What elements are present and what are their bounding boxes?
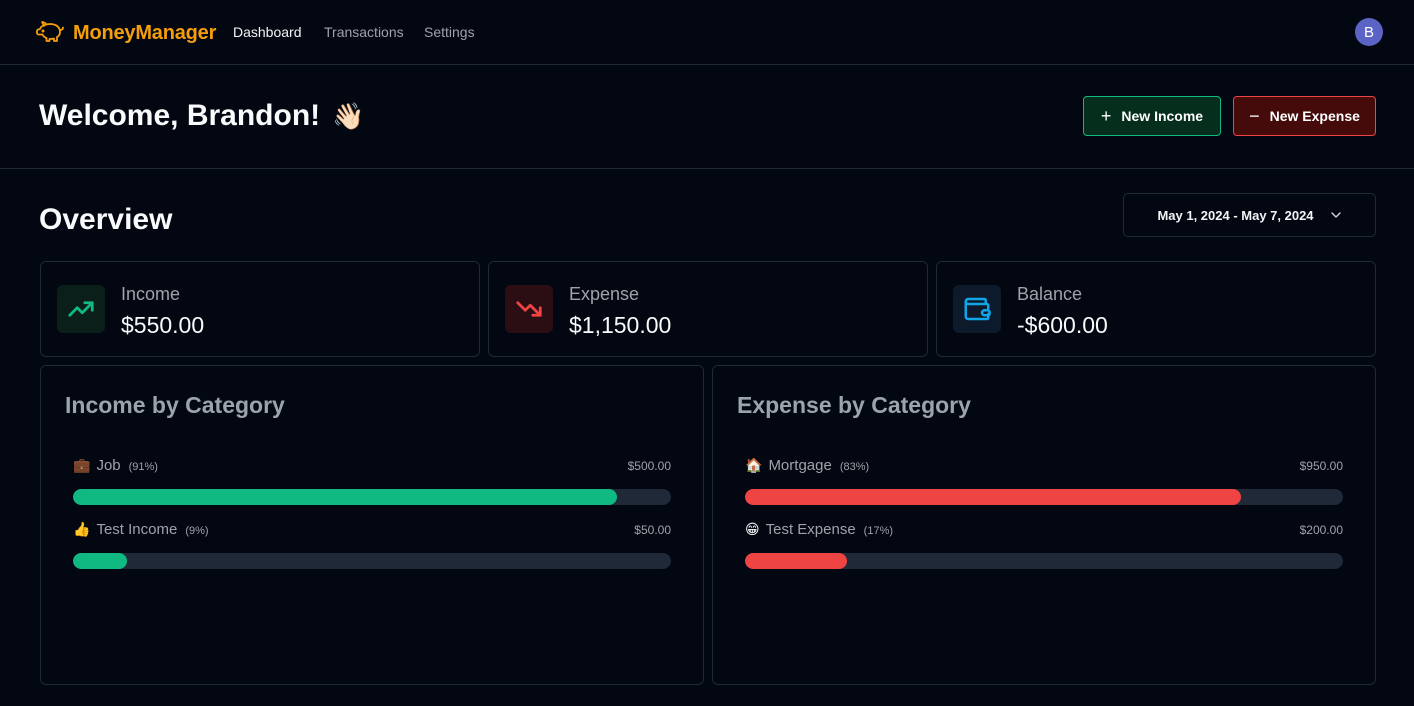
plus-icon: +: [1100, 106, 1112, 126]
category-percent: (83%): [839, 461, 870, 473]
new-income-label: New Income: [1121, 108, 1204, 124]
logo[interactable]: MoneyManager: [33, 20, 216, 46]
wave-emoji: 👋🏻: [332, 100, 365, 131]
income-stat-card: Income $550.00: [40, 261, 480, 357]
category-progress-fill: [73, 553, 127, 569]
expense-stat-label: Expense: [569, 284, 640, 304]
house-icon: 🏠: [745, 457, 763, 473]
category-progress-fill: [745, 489, 1242, 505]
trending-down-icon: [505, 285, 553, 333]
category-amount: $200.00: [1299, 523, 1343, 537]
expense-category-row: 🏠 Mortgage (83%) $950.00: [745, 457, 1343, 505]
income-stat-value: $550.00: [121, 312, 205, 338]
welcome-heading: Welcome, Brandon! 👋🏻: [39, 99, 365, 133]
chevron-down-icon: [1330, 212, 1341, 218]
new-expense-label: New Expense: [1269, 108, 1360, 124]
category-progress-track: [745, 553, 1343, 569]
trending-up-icon: [57, 285, 105, 333]
expense-stat-value: $1,150.00: [569, 312, 672, 338]
category-percent: (9%): [185, 525, 209, 537]
category-progress-track: [73, 553, 671, 569]
income-category-title: Income by Category: [65, 392, 285, 418]
user-avatar[interactable]: B: [1355, 18, 1383, 46]
date-range-label: May 1, 2024 - May 7, 2024: [1157, 207, 1314, 223]
new-income-button[interactable]: + New Income: [1083, 96, 1221, 136]
category-amount: $500.00: [627, 459, 671, 473]
nav-dashboard[interactable]: Dashboard: [233, 24, 302, 40]
income-category-row: 👍 Test Income (9%) $50.00: [73, 521, 671, 569]
category-progress-track: [745, 489, 1343, 505]
overview-title: Overview: [39, 203, 173, 236]
briefcase-icon: 💼: [73, 457, 91, 473]
navbar: MoneyManager Dashboard Transactions Sett…: [0, 0, 1414, 65]
category-name: Test Expense: [765, 521, 856, 538]
balance-stat-card: Balance -$600.00: [936, 261, 1376, 357]
expense-by-category-card: Expense by Category 🏠 Mortgage (83%) $95…: [712, 365, 1376, 685]
nav-settings[interactable]: Settings: [424, 24, 475, 40]
piggy-bank-icon: [36, 21, 64, 42]
category-name: Mortgage: [768, 457, 832, 474]
grin-face-icon: 😁: [745, 521, 760, 537]
income-by-category-card: Income by Category 💼 Job (91%) $500.00 👍…: [40, 365, 704, 685]
expense-stat-card: Expense $1,150.00: [488, 261, 928, 357]
balance-stat-value: -$600.00: [1017, 312, 1108, 338]
income-category-row: 💼 Job (91%) $500.00: [73, 457, 671, 505]
category-amount: $50.00: [634, 523, 671, 537]
nav-transactions[interactable]: Transactions: [324, 24, 404, 40]
category-name: Test Income: [96, 521, 178, 538]
category-percent: (17%): [863, 525, 894, 537]
date-range-picker[interactable]: May 1, 2024 - May 7, 2024: [1123, 193, 1376, 237]
category-percent: (91%): [128, 461, 158, 473]
category-progress-fill: [745, 553, 847, 569]
category-amount: $950.00: [1299, 459, 1343, 473]
expense-category-row: 😁 Test Expense (17%) $200.00: [745, 521, 1343, 569]
income-stat-label: Income: [121, 284, 181, 304]
welcome-text: Welcome, Brandon!: [39, 99, 321, 132]
minus-icon: −: [1249, 106, 1260, 126]
expense-category-title: Expense by Category: [737, 392, 971, 418]
balance-stat-label: Balance: [1017, 284, 1083, 304]
wallet-icon: [953, 285, 1001, 333]
new-expense-button[interactable]: − New Expense: [1233, 96, 1376, 136]
category-progress-track: [73, 489, 671, 505]
thumbs-up-icon: 👍: [73, 521, 91, 537]
category-name: Job: [96, 457, 121, 474]
category-progress-fill: [73, 489, 618, 505]
welcome-header: Welcome, Brandon! 👋🏻 + New Income − New …: [0, 65, 1414, 169]
app-name: MoneyManager: [73, 21, 217, 44]
